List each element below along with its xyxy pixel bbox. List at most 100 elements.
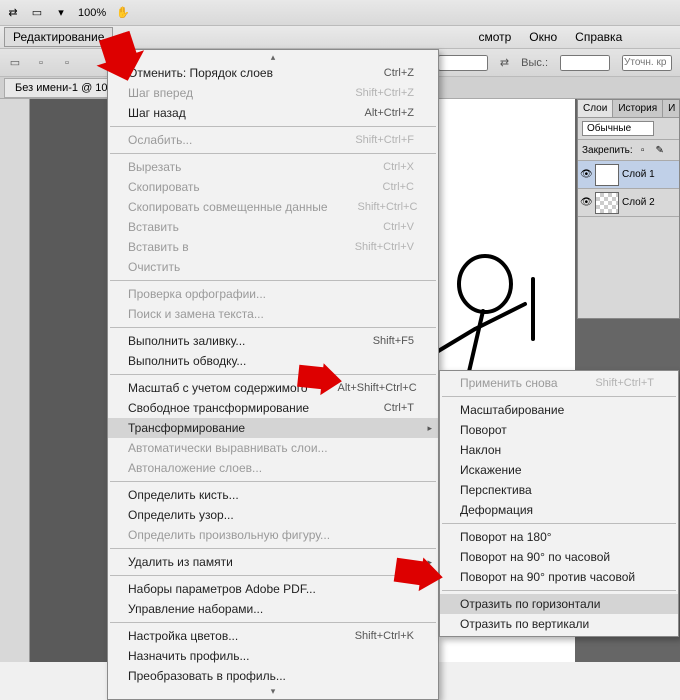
menu-item-label: Скопировать <box>128 180 200 194</box>
menu-item[interactable]: Отразить по горизонтали <box>440 594 678 614</box>
blend-mode-select[interactable]: Обычные <box>582 121 654 136</box>
menu-separator <box>110 153 436 154</box>
menu-item[interactable]: Преобразовать в профиль... <box>108 666 438 686</box>
options-top-row: ⇄ ▭ ▾ 100% ✋ <box>0 0 680 26</box>
menu-item[interactable]: Поворот <box>440 420 678 440</box>
menu-item[interactable]: Отменить: Порядок слоевCtrl+Z <box>108 63 438 83</box>
lock-paint-icon[interactable]: ✎ <box>653 143 667 157</box>
menu-item[interactable]: Поворот на 180° <box>440 527 678 547</box>
menu-item-label: Удалить из памяти <box>128 555 233 569</box>
menu-item-label: Отразить по вертикали <box>460 617 589 631</box>
screen-icon[interactable]: ▭ <box>30 6 44 20</box>
menu-item: Проверка орфографии... <box>108 284 438 304</box>
menu-item-label: Наклон <box>460 443 501 457</box>
menu-item: Вырезать Ctrl+X <box>108 157 438 177</box>
menu-item-shortcut: Shift+Ctrl+Z <box>355 87 414 99</box>
scroll-up-icon[interactable]: ▴ <box>108 52 438 63</box>
hand-icon[interactable]: ✋ <box>116 6 130 20</box>
menu-item[interactable]: Деформация <box>440 500 678 520</box>
scroll-down-icon[interactable]: ▾ <box>108 686 438 697</box>
height-label: Выс.: <box>521 57 548 69</box>
menu-item-label: Автоматически выравнивать слои... <box>128 441 328 455</box>
menu-item-shortcut: Ctrl+X <box>383 161 414 173</box>
menu-help[interactable]: Справка <box>566 27 631 47</box>
menu-item[interactable]: Масштаб с учетом содержимого Alt+Shift+Ct… <box>108 378 438 398</box>
menu-item[interactable]: Определить кисть... <box>108 485 438 505</box>
menu-item[interactable]: Трансформирование <box>108 418 438 438</box>
menu-item-label: Определить узор... <box>128 508 234 522</box>
menu-separator <box>110 374 436 375</box>
menu-item[interactable]: Наклон <box>440 440 678 460</box>
menu-item[interactable]: Поворот на 90° против часовой <box>440 567 678 587</box>
menu-item-label: Перспектива <box>460 483 532 497</box>
lock-label: Закрепить: <box>582 145 633 156</box>
swap-icon[interactable]: ⇄ <box>6 6 20 20</box>
tab-history[interactable]: История <box>613 100 663 117</box>
tool-preset-icon[interactable]: ▭ <box>8 56 22 70</box>
menu-separator <box>442 396 676 397</box>
menu-item-label: Отразить по горизонтали <box>460 597 600 611</box>
opt-icon2[interactable]: ▫ <box>60 56 74 70</box>
menu-item-label: Поворот <box>460 423 507 437</box>
layer-name: Слой 2 <box>622 197 655 208</box>
menu-item[interactable]: Свободное трансформированиеCtrl+T <box>108 398 438 418</box>
menu-item-label: Масштаб с учетом содержимого <box>128 381 308 395</box>
visibility-icon[interactable]: 👁 <box>580 169 592 181</box>
menu-window[interactable]: Окно <box>520 27 566 47</box>
menu-item[interactable]: Шаг назадAlt+Ctrl+Z <box>108 103 438 123</box>
menu-item[interactable]: Выполнить заливку... Shift+F5 <box>108 331 438 351</box>
layer-row-1[interactable]: 👁 Слой 1 <box>578 161 679 189</box>
tab-layers[interactable]: Слои <box>578 100 613 117</box>
resolution-input[interactable] <box>622 55 672 71</box>
menu-separator <box>110 622 436 623</box>
menu-item[interactable]: Определить узор... <box>108 505 438 525</box>
menu-item[interactable]: Масштабирование <box>440 400 678 420</box>
menu-item-label: Вставить <box>128 220 179 234</box>
red-arrow-2 <box>296 363 344 399</box>
menu-item-label: Вырезать <box>128 160 181 174</box>
menu-item[interactable]: Искажение <box>440 460 678 480</box>
menu-item[interactable]: Назначить профиль... <box>108 646 438 666</box>
menu-view[interactable]: смотр <box>469 27 520 47</box>
layer-name: Слой 1 <box>622 169 655 180</box>
menu-item[interactable]: Наборы параметров Adobe PDF... <box>108 579 438 599</box>
menu-item-label: Шаг вперед <box>128 86 193 100</box>
visibility-icon[interactable]: 👁 <box>580 197 592 209</box>
menu-item-shortcut: Alt+Shift+Ctrl+C <box>338 382 417 394</box>
menu-item[interactable]: Управление наборами... <box>108 599 438 619</box>
menu-item: Автоналожение слоев... <box>108 458 438 478</box>
menu-item[interactable]: Удалить из памяти <box>108 552 438 572</box>
menu-item[interactable]: Настройка цветов...Shift+Ctrl+K <box>108 626 438 646</box>
menu-item-label: Автоналожение слоев... <box>128 461 262 475</box>
lock-pixels-icon[interactable]: ▫ <box>636 143 650 157</box>
menu-item-label: Поворот на 90° против часовой <box>460 570 635 584</box>
layer-row-2[interactable]: 👁 Слой 2 <box>578 189 679 217</box>
menu-item-shortcut: Ctrl+V <box>383 221 414 233</box>
menu-item-label: Трансформирование <box>128 421 245 435</box>
menu-item-shortcut: Shift+F5 <box>373 335 414 347</box>
menu-item-label: Поворот на 90° по часовой <box>460 550 610 564</box>
menu-item[interactable]: Поворот на 90° по часовой <box>440 547 678 567</box>
menu-separator <box>110 481 436 482</box>
swap-wh-icon[interactable]: ⇄ <box>500 56 509 69</box>
menu-item-label: Скопировать совмещенные данные <box>128 200 328 214</box>
zoom-percent[interactable]: 100% <box>78 7 106 19</box>
menu-separator <box>442 523 676 524</box>
menu-icon[interactable]: ▾ <box>54 6 68 20</box>
menu-item-shortcut: Shift+Ctrl+C <box>358 201 418 213</box>
menu-item[interactable]: Выполнить обводку... <box>108 351 438 371</box>
menu-item[interactable]: Отразить по вертикали <box>440 614 678 634</box>
menu-item: Шаг вперед Shift+Ctrl+Z <box>108 83 438 103</box>
opt-icon1[interactable]: ▫ <box>34 56 48 70</box>
menu-item-label: Проверка орфографии... <box>128 287 266 301</box>
menu-item[interactable]: Перспектива <box>440 480 678 500</box>
height-input[interactable] <box>560 55 610 71</box>
menu-item-label: Выполнить заливку... <box>128 334 245 348</box>
toolbox[interactable] <box>0 99 30 662</box>
menu-item-label: Ослабить... <box>128 133 192 147</box>
menu-item: Очистить <box>108 257 438 277</box>
width-input[interactable] <box>438 55 488 71</box>
menu-separator <box>110 548 436 549</box>
dropdown-edit: ▴ Отменить: Порядок слоевCtrl+ZШаг впере… <box>107 49 439 700</box>
tab-other[interactable]: И <box>663 100 680 117</box>
